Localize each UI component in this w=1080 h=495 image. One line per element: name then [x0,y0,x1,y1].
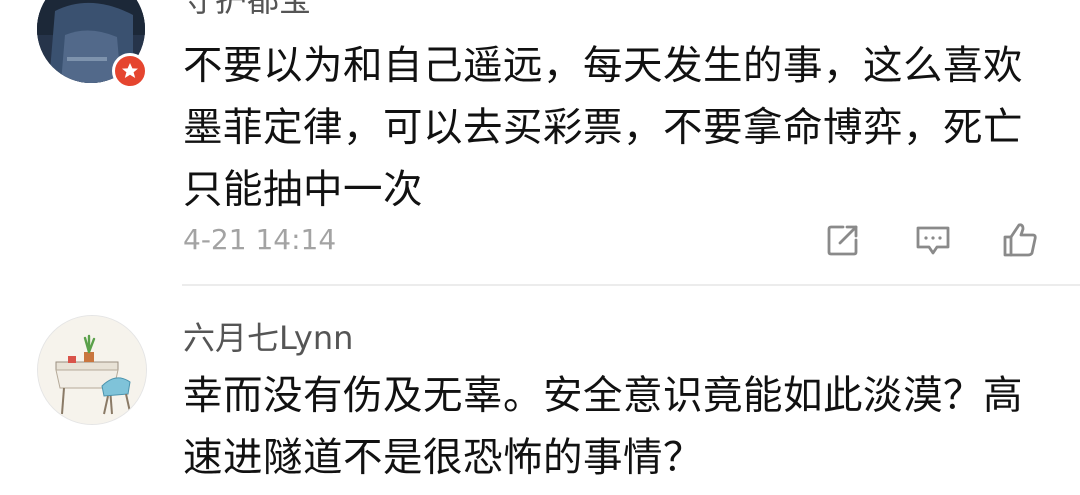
comment-item: 六月七Lynn 幸而没有伤及无辜。安全意识竟能如此淡漠？高速进隧道不是很恐怖的事… [0,286,1080,495]
reply-icon [916,226,950,255]
comment-item: 守护都宝 不要以为和自己遥远，每天发生的事，这么喜欢墨菲定律，可以去买彩票，不要… [0,0,1080,285]
timestamp: 4-21 14:14 [183,223,337,256]
comment-text: 幸而没有伤及无辜。安全意识竟能如此淡漠？高速进隧道不是很恐怖的事情？ [183,373,1023,481]
like-button[interactable] [999,219,1041,261]
verified-badge-icon [112,53,148,89]
like-icon [1003,223,1037,257]
username[interactable]: 六月七Lynn [183,318,353,358]
comment-text: 不要以为和自己遥远，每天发生的事，这么喜欢墨菲定律，可以去买彩票，不要拿命博弈，… [183,43,1023,213]
avatar-image [38,316,146,424]
username[interactable]: 守护都宝 [183,0,311,20]
share-button[interactable] [822,219,864,261]
share-icon [827,225,858,256]
reply-button[interactable] [912,219,954,261]
avatar[interactable] [37,315,147,425]
